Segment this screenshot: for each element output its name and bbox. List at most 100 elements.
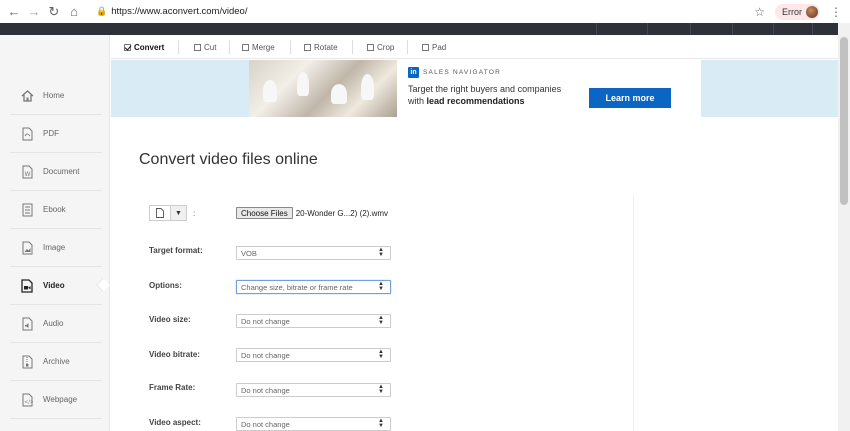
page-title: Convert video files online (139, 151, 318, 168)
frame-rate-select[interactable]: Do not change ▲ ▼ (236, 383, 391, 397)
document-icon: W (20, 164, 34, 180)
tab-divider (290, 40, 291, 54)
tab-divider (178, 40, 179, 54)
checkbox-icon (367, 43, 374, 51)
sidebar-item-label: Webpage (43, 395, 78, 404)
image-icon (20, 240, 34, 256)
sidebar-item-webpage[interactable]: </> Webpage (10, 381, 102, 419)
video-aspect-select[interactable]: Do not change ▲ ▼ (236, 417, 391, 431)
select-value: Do not change (241, 350, 290, 360)
ad-photo-person (361, 74, 374, 100)
back-icon[interactable]: ← (6, 4, 22, 20)
sidebar-item-label: Document (43, 167, 80, 176)
select-value: Do not change (241, 419, 290, 429)
page-scrollbar[interactable] (838, 23, 850, 431)
file-icon (156, 208, 164, 218)
file-input: Choose Files 20-Wonder G...2) (2).wmv (236, 207, 388, 219)
home-browser-icon[interactable]: ⌂ (66, 4, 82, 20)
sidebar-item-video[interactable]: Video (10, 267, 111, 305)
choose-files-button[interactable]: Choose Files (236, 207, 293, 219)
sidebar-item-label: Audio (43, 319, 64, 328)
tab-label: Rotate (314, 42, 338, 52)
target-format-label: Target format: (149, 246, 203, 255)
svg-text:</>: </> (24, 399, 33, 405)
sidebar-item-label: PDF (43, 129, 59, 138)
tab-divider (407, 40, 408, 54)
tab-label: Pad (432, 42, 447, 52)
ad-line-2-prefix: with (408, 96, 427, 106)
top-bar-divider (812, 23, 813, 35)
options-label: Options: (149, 281, 182, 290)
target-format-select[interactable]: VOB ▲ ▼ (236, 246, 391, 260)
checkbox-icon (422, 43, 429, 51)
sidebar-item-label: Archive (43, 357, 70, 366)
tab-merge[interactable]: Merge (242, 35, 275, 59)
top-bar-divider (596, 23, 597, 35)
lock-icon[interactable]: 🔒 (96, 6, 107, 17)
address-bar[interactable]: https://www.aconvert.com/video/ (111, 6, 754, 17)
sidebar-item-label: Ebook (43, 205, 66, 214)
sidebar-item-home[interactable]: Home (10, 77, 102, 115)
linkedin-ad[interactable]: in SALES NAVIGATOR Target the right buye… (249, 60, 701, 117)
sidebar-item-image[interactable]: Image (10, 229, 102, 267)
select-value: VOB (241, 248, 257, 258)
url-host: www.aconvert.com (139, 6, 220, 17)
bookmark-star-icon[interactable]: ☆ (754, 5, 765, 19)
avatar (806, 5, 818, 18)
sidebar-item-label: Home (43, 91, 65, 100)
forward-icon[interactable]: → (26, 4, 42, 20)
video-size-select[interactable]: Do not change ▲ ▼ (236, 314, 391, 328)
sidebar-item-document[interactable]: W Document (10, 153, 102, 191)
top-bar-divider (647, 23, 648, 35)
ad-text: in SALES NAVIGATOR Target the right buye… (408, 67, 578, 107)
active-indicator (95, 277, 111, 293)
profile-error-button[interactable]: Error (775, 3, 820, 20)
tab-pad[interactable]: Pad (422, 35, 446, 59)
archive-icon (20, 354, 34, 370)
browser-toolbar: ← → ↻ ⌂ 🔒 https://www.aconvert.com/video… (0, 0, 850, 23)
url-prefix: https:// (111, 6, 140, 17)
top-bar-divider (690, 23, 691, 35)
select-value: Do not change (241, 316, 290, 326)
tab-crop[interactable]: Crop (367, 35, 394, 59)
select-arrows-icon: ▲ ▼ (378, 315, 384, 326)
ad-photo-person (263, 80, 277, 102)
checkbox-icon (242, 43, 249, 51)
check-icon (124, 43, 131, 51)
select-arrows-icon: ▲ ▼ (378, 349, 384, 360)
video-icon (20, 278, 34, 294)
chevron-down-icon[interactable]: ▼ (171, 205, 187, 221)
frame-rate-label: Frame Rate: (149, 383, 196, 392)
options-select[interactable]: Change size, bitrate or frame rate ▲ ▼ (236, 280, 391, 294)
error-label: Error (782, 6, 802, 17)
ad-line-1: Target the right buyers and companies (408, 84, 562, 94)
ad-photo-person (297, 72, 309, 96)
video-bitrate-select[interactable]: Do not change ▲ ▼ (236, 348, 391, 362)
select-value: Do not change (241, 385, 290, 395)
tab-label: Convert (134, 42, 165, 52)
checkbox-icon (304, 43, 311, 51)
webpage-icon: </> (20, 392, 34, 408)
reload-icon[interactable]: ↻ (46, 4, 62, 20)
select-arrows-icon: ▲ ▼ (378, 247, 384, 258)
video-size-label: Video size: (149, 315, 191, 324)
ad-photo (249, 60, 397, 117)
select-arrows-icon: ▲ ▼ (378, 384, 384, 395)
ad-photo-person (331, 84, 347, 104)
sidebar-item-ebook[interactable]: Ebook (10, 191, 102, 229)
menu-kebab-icon[interactable]: ⋮ (830, 5, 842, 19)
select-value: Change size, bitrate or frame rate (241, 282, 353, 292)
learn-more-button[interactable]: Learn more (589, 88, 671, 108)
tab-convert[interactable]: Convert (124, 35, 164, 59)
video-bitrate-label: Video bitrate: (149, 350, 200, 359)
tab-rotate[interactable]: Rotate (304, 35, 338, 59)
file-source-button[interactable] (149, 205, 171, 221)
sidebar-item-archive[interactable]: Archive (10, 343, 102, 381)
sidebar-item-audio[interactable]: Audio (10, 305, 102, 343)
select-arrows-icon: ▲ ▼ (378, 418, 384, 429)
scrollbar-thumb[interactable] (840, 37, 848, 205)
ad-brand: SALES NAVIGATOR (423, 69, 501, 76)
selected-file-name: 20-Wonder G...2) (2).wmv (295, 208, 389, 218)
sidebar-item-pdf[interactable]: PDF (10, 115, 102, 153)
tab-cut[interactable]: Cut (194, 35, 216, 59)
